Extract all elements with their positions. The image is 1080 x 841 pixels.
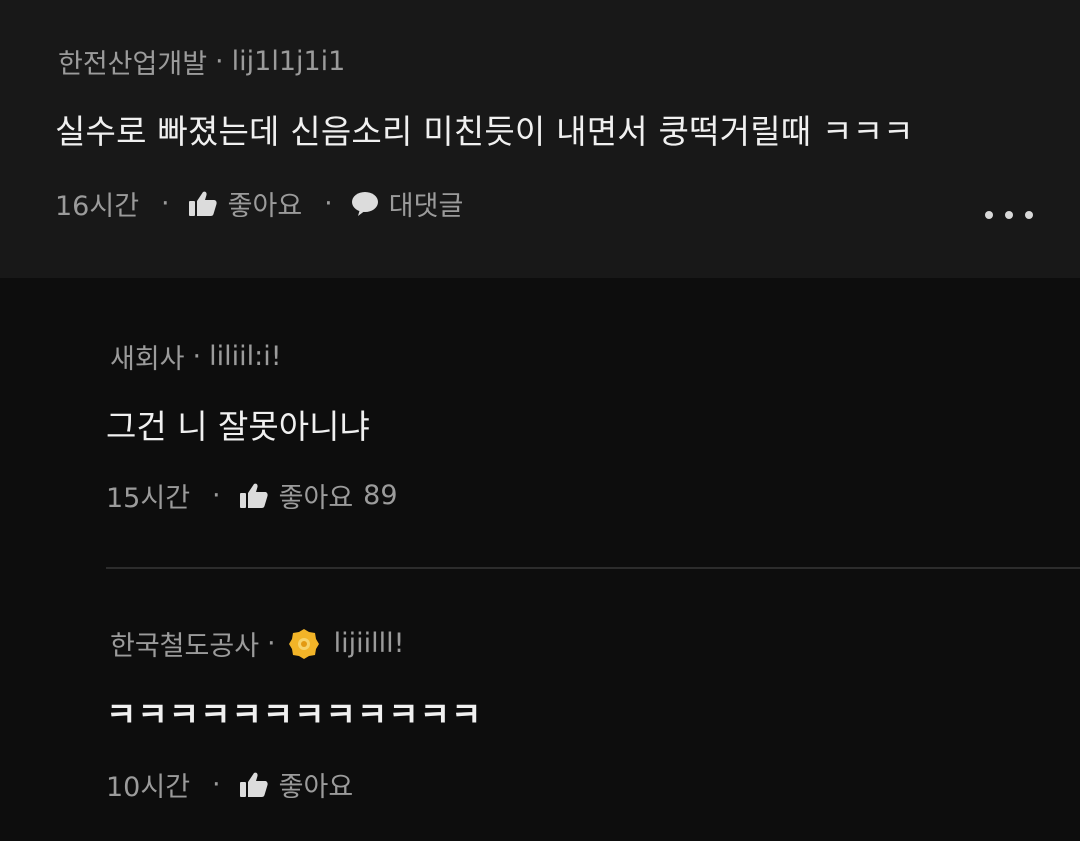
like-label: 좋아요 bbox=[227, 191, 303, 222]
comment-body: 그건 니 잘못아니냐 bbox=[106, 407, 370, 446]
author-name[interactable]: 한전산업개발 bbox=[58, 42, 207, 81]
gold-badge-icon bbox=[288, 628, 320, 660]
meta-separator: · bbox=[267, 628, 276, 659]
parent-comment: 한전산업개발 · lij1l1j1i1 실수로 빠졌는데 신음소리 미친듯이 내… bbox=[0, 0, 1080, 278]
action-separator: · bbox=[212, 769, 221, 800]
like-label: 좋아요 bbox=[278, 772, 354, 803]
reply-meta: 한국철도공사 · lijiilll! bbox=[110, 624, 404, 663]
thumbs-up-icon bbox=[239, 482, 269, 510]
author-name[interactable]: 한국철도공사 bbox=[110, 624, 259, 663]
comment-actions: 16시간 · 좋아요 · 대댓글 bbox=[55, 184, 463, 223]
action-separator: · bbox=[324, 188, 333, 219]
like-button[interactable]: 좋아요 bbox=[188, 184, 303, 223]
author-handle[interactable]: lijiilll! bbox=[334, 628, 405, 659]
thumbs-up-icon bbox=[188, 190, 218, 218]
meta-separator: · bbox=[192, 341, 202, 372]
reply-label: 대댓글 bbox=[388, 191, 464, 222]
author-name[interactable]: 새회사 bbox=[110, 337, 185, 376]
action-separator: · bbox=[212, 480, 221, 511]
comment-thread: 한전산업개발 · lij1l1j1i1 실수로 빠졌는데 신음소리 미친듯이 내… bbox=[0, 0, 1080, 841]
author-handle[interactable]: lij1l1j1i1 bbox=[232, 46, 346, 77]
comment-time: 15시간 bbox=[106, 483, 191, 514]
comment-time: 10시간 bbox=[106, 772, 191, 803]
like-label: 좋아요 bbox=[278, 483, 354, 514]
author-handle[interactable]: liliil:i! bbox=[209, 341, 281, 372]
reply-button[interactable]: 대댓글 bbox=[351, 184, 464, 223]
action-separator: · bbox=[161, 188, 170, 219]
comment-actions: 10시간 · 좋아요 bbox=[106, 765, 353, 804]
like-count: 89 bbox=[363, 480, 398, 511]
reply-meta: 새회사 · liliil:i! bbox=[110, 337, 282, 376]
comment-body: ㅋㅋㅋㅋㅋㅋㅋㅋㅋㅋㅋㅋ bbox=[106, 695, 483, 734]
comment-actions: 15시간 · 좋아요 89 bbox=[106, 476, 398, 515]
comment-body: 실수로 빠졌는데 신음소리 미친듯이 내면서 쿵떡거릴때 ㅋㅋㅋ bbox=[55, 112, 914, 151]
thumbs-up-icon bbox=[239, 771, 269, 799]
parent-comment-meta: 한전산업개발 · lij1l1j1i1 bbox=[58, 42, 345, 81]
like-button[interactable]: 좋아요 bbox=[239, 765, 354, 804]
comment-time: 16시간 bbox=[55, 191, 140, 222]
meta-separator: · bbox=[215, 46, 224, 77]
like-button[interactable]: 좋아요 89 bbox=[239, 476, 398, 515]
speech-bubble-icon bbox=[351, 191, 379, 217]
reply-divider bbox=[106, 567, 1080, 569]
more-options-icon[interactable] bbox=[985, 208, 1033, 222]
